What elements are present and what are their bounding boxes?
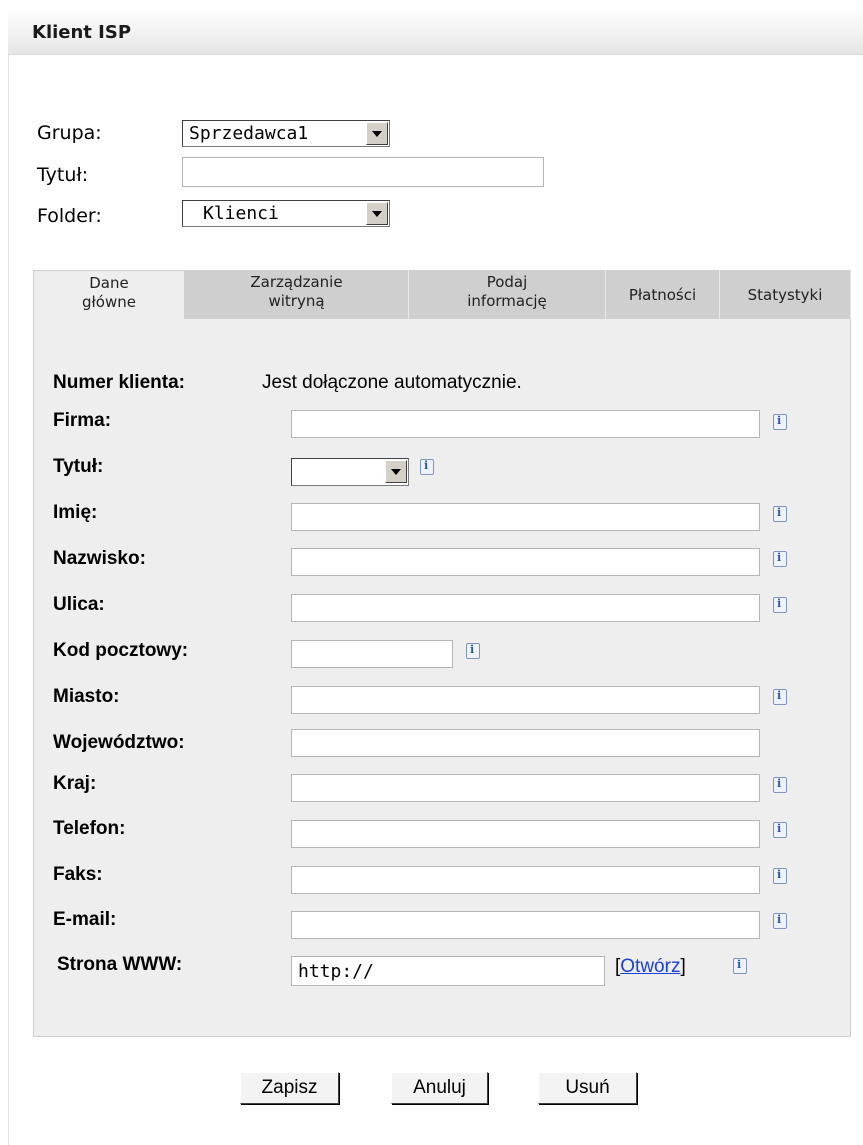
folder-select-value: Klienci [203,203,279,224]
tab-bar: Dane główne Zarządzanie witryną Podaj in… [33,270,851,320]
numer-klienta-value: Jest dołączone automatycznie. [262,372,522,393]
grupa-select-value: Sprzedawca1 [189,123,309,144]
miasto-input[interactable] [291,686,760,714]
ulica-label: Ulica: [53,594,105,615]
chevron-down-icon[interactable] [385,460,407,483]
tab-label: Dane główne [82,274,136,311]
chevron-down-icon[interactable] [366,202,388,225]
telefon-input[interactable] [291,820,760,848]
miasto-label: Miasto: [53,686,120,707]
info-icon[interactable] [773,822,787,838]
kod-pocztowy-input[interactable] [291,640,453,668]
page-title: Klient ISP [32,22,132,43]
tab-platnosci[interactable]: Płatności [606,270,720,320]
tab-zarzadzanie-witryna[interactable]: Zarządzanie witryną [185,270,409,320]
tab-label: Płatności [628,286,697,304]
delete-button[interactable]: Usuń [538,1072,637,1104]
open-link-wrapper: [Otwórz] [615,956,686,977]
info-icon[interactable] [420,459,434,475]
folder-label: Folder: [37,205,102,227]
open-link[interactable]: Otwórz [620,956,680,977]
strona-www-label: Strona WWW: [57,954,183,975]
info-icon[interactable] [773,777,787,793]
info-icon[interactable] [773,551,787,567]
faks-label: Faks: [53,864,103,885]
email-label: E-mail: [53,909,117,930]
imie-input[interactable] [291,503,760,531]
wojewodztwo-label: Województwo: [53,732,185,753]
nazwisko-label: Nazwisko: [53,548,146,569]
tytul-form-label: Tytuł: [53,456,104,477]
save-button[interactable]: Zapisz [240,1072,339,1104]
strona-www-value: http:// [298,961,374,982]
imie-label: Imię: [53,502,98,523]
ulica-input[interactable] [291,594,760,622]
folder-select[interactable]: Klienci [182,200,390,227]
grupa-select[interactable]: Sprzedawca1 [182,120,390,147]
tytul-input[interactable] [182,157,544,187]
info-icon[interactable] [773,868,787,884]
tab-podaj-informacje[interactable]: Podaj informację [409,270,606,320]
tab-dane-glowne[interactable]: Dane główne [33,270,185,320]
faks-input[interactable] [291,866,760,894]
numer-klienta-label: Numer klienta: [53,372,185,393]
info-icon[interactable] [773,597,787,613]
tab-label: Zarządzanie witryną [250,273,343,310]
firma-input[interactable] [291,410,760,438]
cancel-button[interactable]: Anuluj [391,1072,488,1104]
grupa-label: Grupa: [37,122,102,144]
info-icon[interactable] [733,958,747,974]
strona-www-input[interactable]: http:// [291,956,605,986]
kraj-label: Kraj: [53,773,97,794]
info-icon[interactable] [466,643,480,659]
tab-label: Statystyki [747,286,823,304]
wojewodztwo-input[interactable] [291,729,760,757]
email-input[interactable] [291,911,760,939]
left-border [8,54,9,1145]
info-icon[interactable] [773,689,787,705]
tab-label: Podaj informację [467,273,547,310]
info-icon[interactable] [773,913,787,929]
info-icon[interactable] [773,506,787,522]
page-header: Klient ISP [8,8,863,55]
kod-pocztowy-label: Kod pocztowy: [53,640,189,661]
nazwisko-input[interactable] [291,548,760,576]
telefon-label: Telefon: [53,818,126,839]
tab-statystyki[interactable]: Statystyki [720,270,851,320]
firma-label: Firma: [53,410,112,431]
info-icon[interactable] [773,414,787,430]
tytul-select[interactable] [291,458,409,486]
chevron-down-icon[interactable] [366,122,388,145]
kraj-input[interactable] [291,774,760,802]
tytul-label: Tytuł: [37,164,89,186]
